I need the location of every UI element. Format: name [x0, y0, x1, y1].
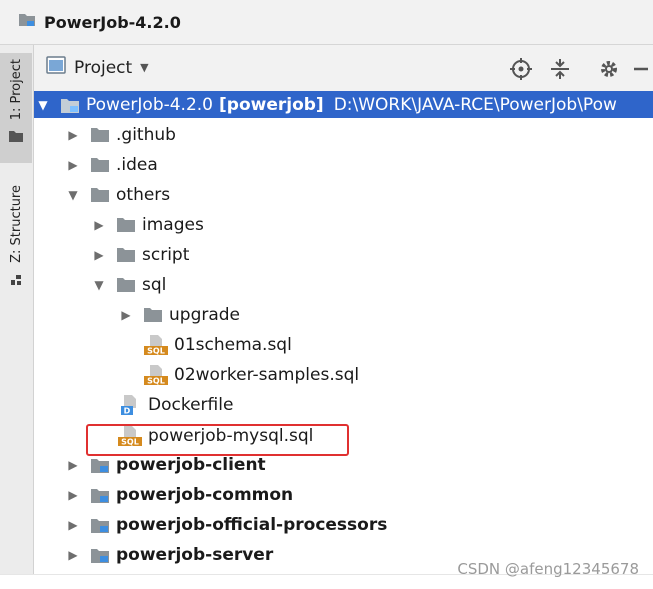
root-path: D:\WORK\JAVA-RCE\PowerJob\Pow	[333, 95, 617, 115]
tab-structure[interactable]: Z: Structure	[0, 185, 32, 305]
tree-item-upgrade[interactable]: ▶ upgrade	[34, 300, 653, 330]
tree-item-label: sql	[142, 275, 167, 295]
chevron-down-icon[interactable]: ▼	[34, 98, 52, 112]
folder-icon	[90, 127, 110, 143]
chevron-right-icon[interactable]: ▶	[90, 248, 108, 262]
tree-item-others[interactable]: ▼ others	[34, 180, 653, 210]
tree-item-script[interactable]: ▶ script	[34, 240, 653, 270]
chevron-right-icon[interactable]: ▶	[64, 128, 82, 142]
folder-icon	[116, 247, 136, 263]
tree-item-label: images	[142, 215, 204, 235]
folder-icon	[143, 307, 163, 323]
sql-file-icon: SQL	[144, 335, 168, 355]
tree-item-label: Dockerfile	[148, 395, 234, 415]
module-folder-icon	[90, 547, 110, 564]
folder-icon	[90, 157, 110, 173]
module-folder-icon	[90, 517, 110, 534]
chevron-down-icon[interactable]: ▼	[64, 188, 82, 202]
folder-icon	[90, 187, 110, 203]
chevron-right-icon[interactable]: ▶	[64, 488, 82, 502]
tree-item-label: 02worker-samples.sql	[174, 365, 360, 385]
chevron-right-icon[interactable]: ▶	[64, 548, 82, 562]
project-view-selector[interactable]: Project ▼	[46, 56, 149, 79]
tree-item-label: .github	[116, 125, 176, 145]
sql-file-icon: SQL	[144, 365, 168, 385]
sql-badge-text: SQL	[147, 377, 165, 386]
module-folder-icon	[90, 487, 110, 504]
tree-item-label: upgrade	[169, 305, 241, 325]
tree-item-powerjob-official-processors[interactable]: ▶ powerjob-official-processors	[34, 510, 653, 540]
tab-structure-label: Z: Structure	[8, 185, 24, 263]
chevron-right-icon[interactable]: ▶	[64, 458, 82, 472]
tree-item-root[interactable]: ▼ PowerJob-4.2.0 [powerjob] D:\WORK\JAVA…	[34, 90, 653, 120]
docker-badge-text: D	[124, 407, 131, 416]
folder-icon	[8, 128, 24, 147]
folder-icon	[116, 277, 136, 293]
gear-icon[interactable]	[598, 58, 620, 84]
tree-item-label: .idea	[116, 155, 158, 175]
structure-icon	[10, 271, 22, 290]
tree-item-idea[interactable]: ▶ .idea	[34, 150, 653, 180]
chevron-right-icon[interactable]: ▶	[64, 158, 82, 172]
chevron-down-icon: ▼	[140, 61, 149, 74]
watermark: CSDN @afeng12345678	[457, 560, 639, 578]
chevron-down-icon[interactable]: ▼	[90, 278, 108, 292]
window-title: PowerJob-4.2.0	[44, 12, 181, 32]
tab-project[interactable]: 1: Project	[0, 53, 32, 163]
tree-item-label: 01schema.sql	[174, 335, 292, 355]
docker-file-icon: D	[118, 395, 142, 415]
module-folder-icon	[90, 457, 110, 474]
tree-item-label: powerjob-common	[116, 485, 294, 505]
folder-icon	[116, 217, 136, 233]
module-folder-icon	[60, 97, 80, 114]
chevron-right-icon[interactable]: ▶	[90, 218, 108, 232]
chevron-right-icon[interactable]: ▶	[64, 518, 82, 532]
tree-item-powerjob-common[interactable]: ▶ powerjob-common	[34, 480, 653, 510]
root-name: PowerJob-4.2.0	[86, 95, 213, 115]
title-bar: PowerJob-4.2.0	[0, 0, 653, 45]
tree-item-schema-sql[interactable]: SQL 01schema.sql	[34, 330, 653, 360]
tree-item-dockerfile[interactable]: D Dockerfile	[34, 390, 653, 420]
project-toolbar: Project ▼	[34, 45, 653, 92]
tree-item-worker-samples-sql[interactable]: SQL 02worker-samples.sql	[34, 360, 653, 390]
chevron-right-icon[interactable]: ▶	[117, 308, 135, 322]
tree-item-label: powerjob-client	[116, 455, 266, 475]
tree-item-powerjob-client[interactable]: ▶ powerjob-client	[34, 450, 653, 480]
tree-item-images[interactable]: ▶ images	[34, 210, 653, 240]
project-view-label: Project	[74, 57, 133, 78]
sql-badge-text: SQL	[147, 347, 165, 356]
tree-item-label: script	[142, 245, 190, 265]
collapse-all-icon[interactable]	[550, 58, 570, 84]
project-view-icon	[46, 56, 66, 79]
locate-icon[interactable]	[510, 58, 532, 84]
project-folder-icon	[18, 12, 36, 32]
tree-item-label: others	[116, 185, 171, 205]
tree-item-label: powerjob-official-processors	[116, 515, 388, 535]
root-module: [powerjob]	[219, 95, 324, 115]
tab-project-label: 1: Project	[8, 59, 24, 121]
minimize-icon[interactable]	[632, 58, 650, 84]
left-tool-strip: 1: Project Z: Structure	[0, 45, 34, 575]
tree-item-label: powerjob-server	[116, 545, 274, 565]
tree-item-sql[interactable]: ▼ sql	[34, 270, 653, 300]
tree-item-github[interactable]: ▶ .github	[34, 120, 653, 150]
